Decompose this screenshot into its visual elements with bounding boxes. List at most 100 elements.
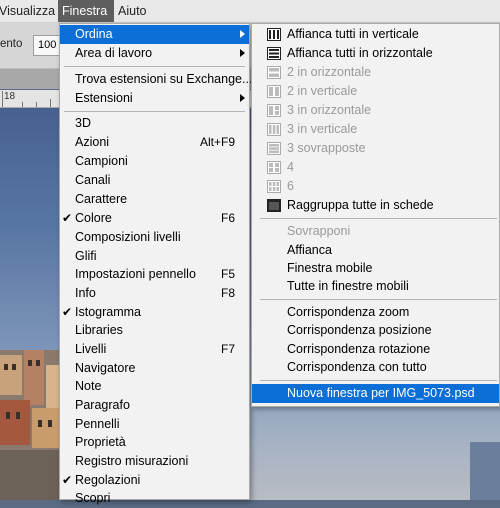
- menu-item-label: Scopri: [75, 491, 111, 505]
- options-label: ento: [0, 38, 23, 50]
- submenu-item-finestra-mobile[interactable]: Finestra mobile: [252, 259, 499, 278]
- menu-item-label: Trova estensioni su Exchange...: [75, 72, 253, 86]
- submenu-item-2-verticale: 2 in verticale: [252, 82, 499, 101]
- menu-item-label: Ordina: [75, 27, 113, 41]
- ruler-tick: [2, 91, 3, 107]
- submenu-item-corrispondenza-posizione[interactable]: Corrispondenza posizione: [252, 321, 499, 340]
- menu-item-shortcut: Alt+F9: [199, 135, 235, 149]
- menu-item-regolazioni[interactable]: ✔ Regolazioni: [60, 471, 249, 490]
- menu-item-label: Paragrafo: [75, 398, 130, 412]
- menu-item-shortcut: F6: [220, 211, 235, 225]
- submenu-item-label: 6: [287, 179, 294, 193]
- menu-item-canali[interactable]: Canali: [60, 171, 249, 190]
- menu-item-campioni[interactable]: Campioni: [60, 152, 249, 171]
- menu-item-label: Colore: [75, 211, 112, 225]
- submenu-item-raggruppa-schede[interactable]: Raggruppa tutte in schede: [252, 196, 499, 215]
- submenu-item-corrispondenza-tutto[interactable]: Corrispondenza con tutto: [252, 358, 499, 377]
- menu-item-label: Estensioni: [75, 91, 133, 105]
- menu-item-libraries[interactable]: Libraries: [60, 321, 249, 340]
- ruler-number: 18: [4, 91, 16, 102]
- two-horizontal-icon: [267, 66, 281, 79]
- menu-item-trova-estensioni[interactable]: Trova estensioni su Exchange...: [60, 70, 253, 89]
- three-horizontal-icon: [267, 104, 281, 117]
- submenu-item-affianca[interactable]: Affianca: [252, 241, 499, 260]
- checkmark-icon: ✔: [62, 473, 73, 487]
- menu-item-ordina[interactable]: Ordina: [60, 25, 249, 44]
- menu-item-carattere[interactable]: Carattere: [60, 190, 249, 209]
- menu-item-pennelli[interactable]: Pennelli: [60, 415, 249, 434]
- menu-finestra[interactable]: Finestra: [58, 0, 114, 22]
- tile-vertical-icon: [267, 28, 281, 41]
- menu-bar: Visualizza Finestra Aiuto: [0, 0, 500, 23]
- menu-item-livelli[interactable]: Livelli F7: [60, 340, 249, 359]
- menu-item-colore[interactable]: ✔ Colore F6: [60, 209, 249, 228]
- submenu-item-label: Affianca tutti in verticale: [287, 27, 419, 41]
- tile-horizontal-icon: [267, 47, 281, 60]
- menu-separator: [64, 111, 245, 112]
- menu-item-shortcut: F5: [220, 267, 235, 281]
- menu-item-label: Azioni: [75, 135, 110, 149]
- menu-item-label: Area di lavoro: [75, 46, 153, 60]
- submenu-item-tutte-finestre-mobili[interactable]: Tutte in finestre mobili: [252, 277, 499, 296]
- submenu-arrow-icon: [240, 49, 245, 57]
- menu-item-label: Impostazioni pennello: [75, 267, 196, 281]
- menu-item-label: Regolazioni: [75, 473, 141, 487]
- submenu-item-corrispondenza-rotazione[interactable]: Corrispondenza rotazione: [252, 340, 499, 359]
- menu-item-estensioni[interactable]: Estensioni: [60, 89, 249, 108]
- submenu-separator: [260, 380, 497, 381]
- harbor-town-image: [0, 350, 60, 500]
- menu-item-label: Navigatore: [75, 361, 136, 375]
- sea-area: [470, 442, 500, 500]
- finestra-dropdown-menu: Ordina Area di lavoro Trova estensioni s…: [59, 23, 253, 505]
- menu-item-glifi[interactable]: Glifi: [60, 247, 249, 266]
- menu-item-impostazioni-pennello[interactable]: Impostazioni pennello F5: [60, 265, 249, 284]
- menu-item-composizioni-livelli[interactable]: Composizioni livelli: [60, 228, 249, 247]
- submenu-item-label: 2 in verticale: [287, 84, 358, 98]
- menu-item-3d[interactable]: 3D: [60, 114, 249, 133]
- ruler-tick: [36, 102, 37, 107]
- menu-item-label: Pennelli: [75, 417, 120, 431]
- submenu-item-label: Affianca: [287, 243, 332, 257]
- menu-item-navigatore[interactable]: Navigatore: [60, 359, 249, 378]
- menu-item-label: Proprietà: [75, 435, 126, 449]
- menu-item-info[interactable]: Info F8: [60, 284, 249, 303]
- submenu-item-nuova-finestra[interactable]: Nuova finestra per IMG_5073.psd: [252, 384, 499, 403]
- submenu-item-corrispondenza-zoom[interactable]: Corrispondenza zoom: [252, 303, 499, 322]
- menu-item-paragrafo[interactable]: Paragrafo: [60, 396, 249, 415]
- submenu-item-affianca-verticale[interactable]: Affianca tutti in verticale: [252, 25, 499, 44]
- submenu-item-label: Corrispondenza con tutto: [287, 360, 427, 374]
- submenu-item-label: 3 sovrapposte: [287, 141, 366, 155]
- menu-item-istogramma[interactable]: ✔ Istogramma: [60, 303, 249, 322]
- menu-item-scopri[interactable]: Scopri: [60, 489, 249, 508]
- menu-visualizza[interactable]: Visualizza: [0, 4, 55, 18]
- menu-item-registro-misurazioni[interactable]: Registro misurazioni: [60, 452, 249, 471]
- menu-item-note[interactable]: Note: [60, 377, 249, 396]
- six-grid-icon: [267, 180, 281, 193]
- menu-item-area-di-lavoro[interactable]: Area di lavoro: [60, 44, 249, 63]
- ruler-tick: [50, 99, 51, 107]
- ordina-submenu: Affianca tutti in verticale Affianca tut…: [251, 23, 500, 407]
- menu-item-label: Livelli: [75, 342, 107, 356]
- submenu-item-label: Finestra mobile: [287, 261, 373, 275]
- submenu-item-label: 2 in orizzontale: [287, 65, 372, 79]
- submenu-item-3-verticale: 3 in verticale: [252, 120, 499, 139]
- submenu-item-6: 6: [252, 177, 499, 196]
- submenu-item-affianca-orizzontale[interactable]: Affianca tutti in orizzontale: [252, 44, 499, 63]
- submenu-arrow-icon: [240, 94, 245, 102]
- submenu-item-label: Tutte in finestre mobili: [287, 279, 409, 293]
- submenu-arrow-icon: [240, 30, 245, 38]
- menu-item-label: Libraries: [75, 323, 123, 337]
- menu-item-proprieta[interactable]: Proprietà: [60, 433, 249, 452]
- menu-item-label: Glifi: [75, 249, 97, 263]
- submenu-item-label: Nuova finestra per IMG_5073.psd: [287, 386, 475, 400]
- submenu-item-sovrapponi: Sovrapponi: [252, 222, 499, 241]
- menu-item-shortcut: F7: [220, 342, 235, 356]
- menu-item-label: Istogramma: [75, 305, 141, 319]
- menu-item-azioni[interactable]: Azioni Alt+F9: [60, 133, 249, 152]
- submenu-item-label: Corrispondenza posizione: [287, 323, 432, 337]
- checkmark-icon: ✔: [62, 305, 73, 319]
- menu-aiuto[interactable]: Aiuto: [118, 4, 147, 18]
- submenu-item-3-sovrapposte: 3 sovrapposte: [252, 139, 499, 158]
- submenu-item-2-orizzontale: 2 in orizzontale: [252, 63, 499, 82]
- submenu-item-label: Affianca tutti in orizzontale: [287, 46, 433, 60]
